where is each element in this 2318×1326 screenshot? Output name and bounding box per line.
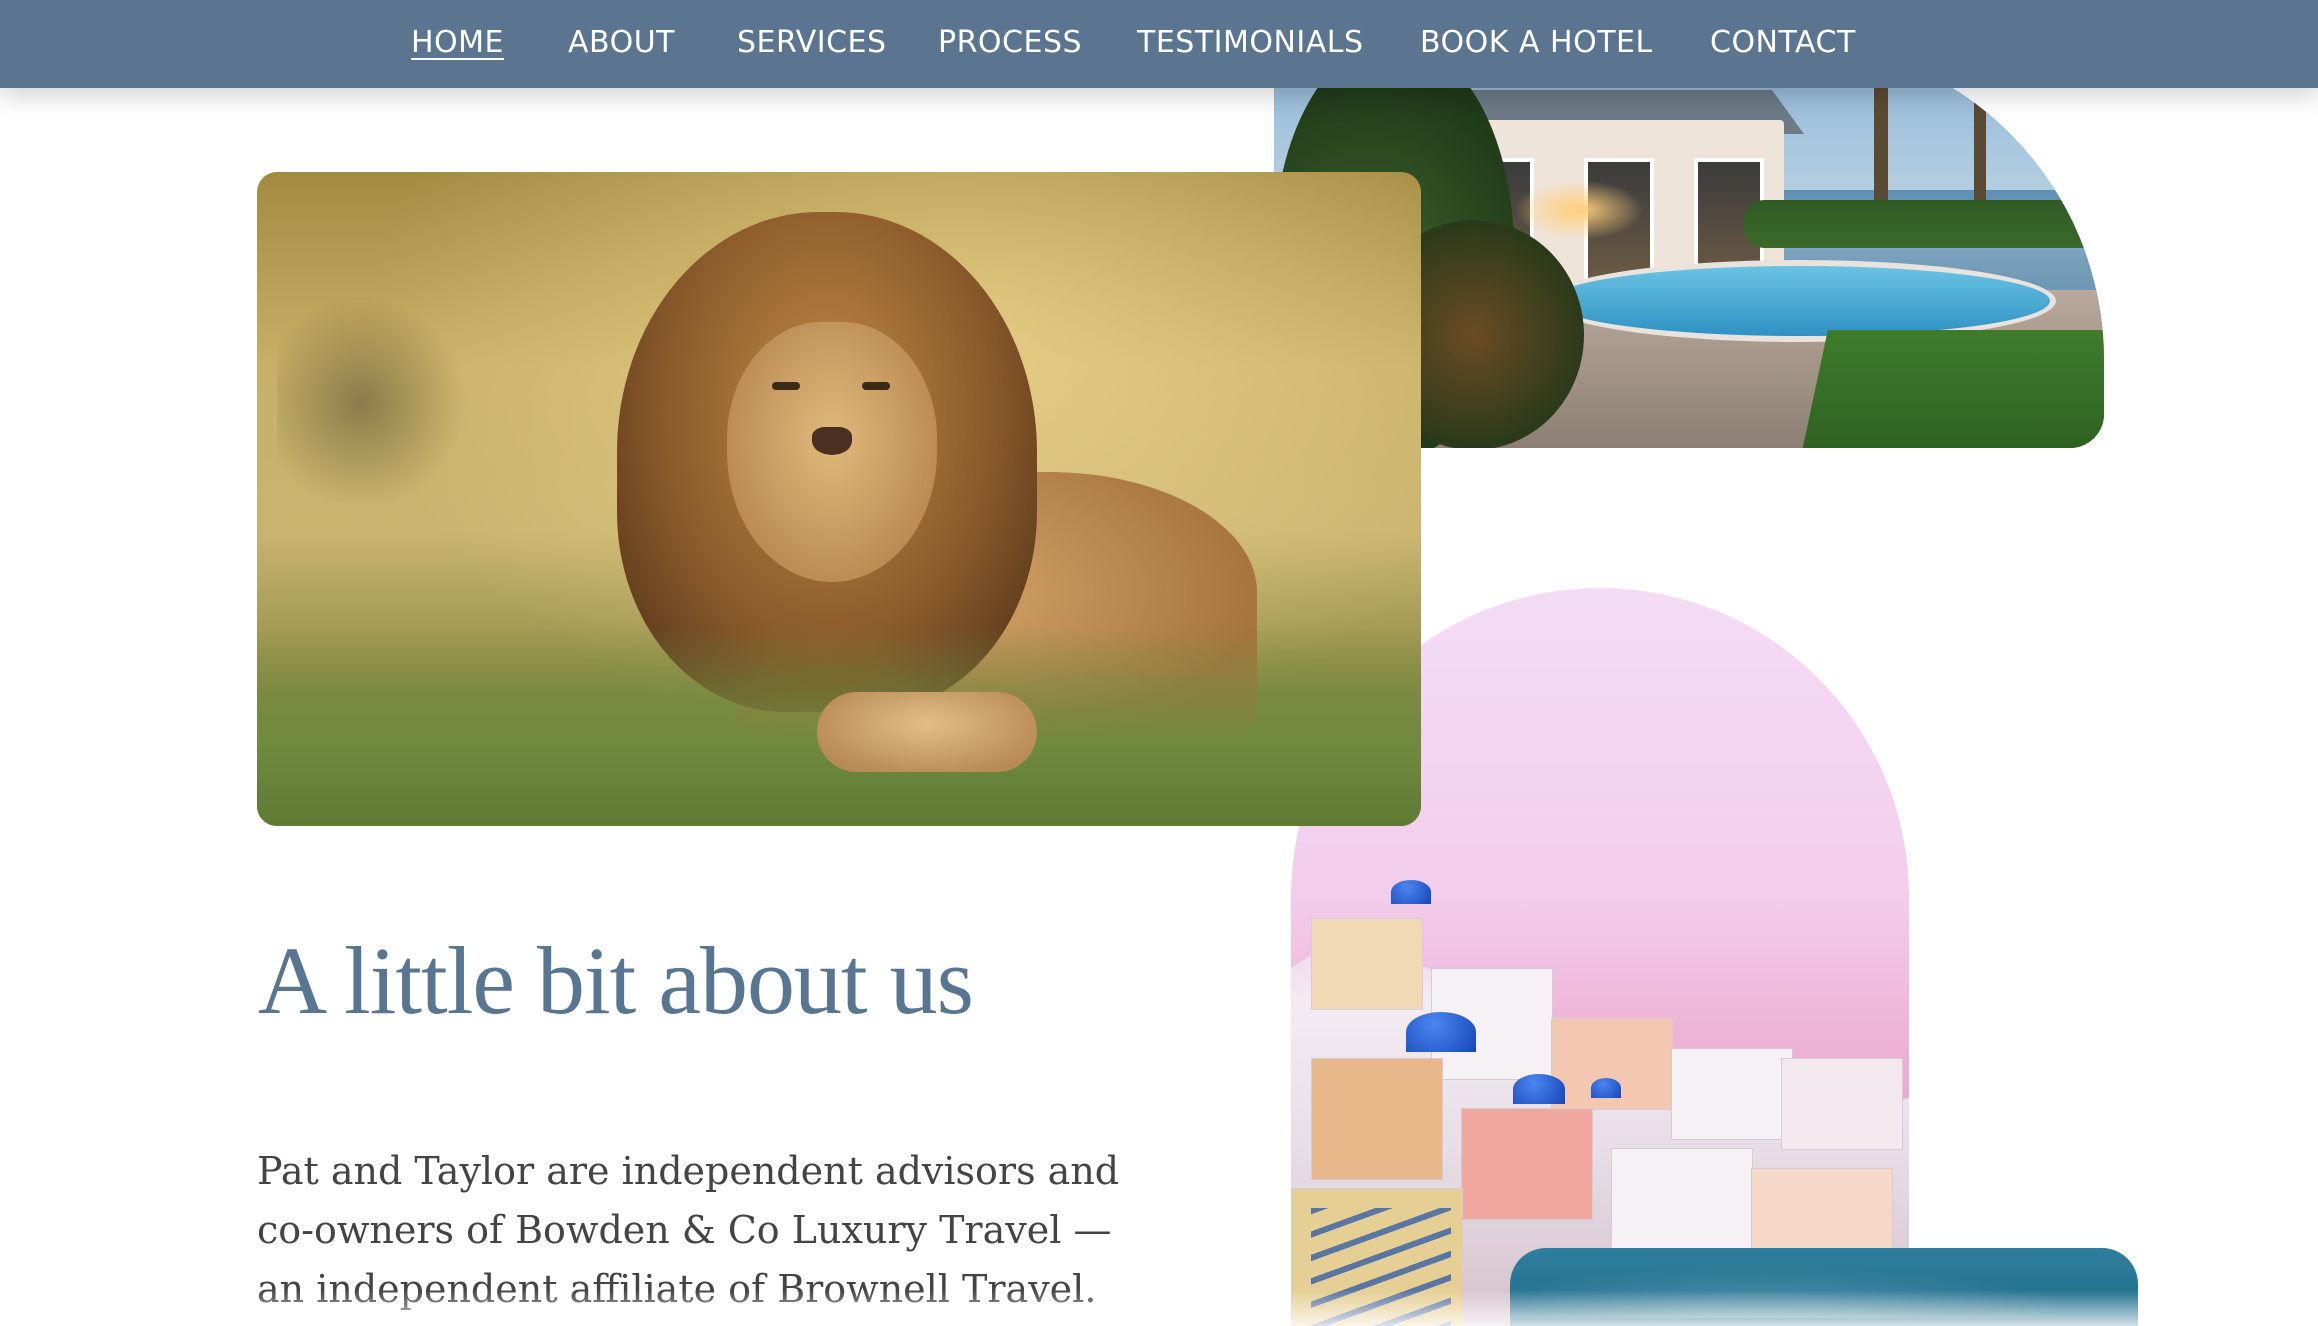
nav-item-about[interactable]: ABOUT bbox=[568, 22, 675, 64]
blue-railings bbox=[1311, 1208, 1451, 1326]
nav-item-testimonials[interactable]: TESTIMONIALS bbox=[1137, 22, 1364, 64]
nav-item-contact[interactable]: CONTACT bbox=[1710, 22, 1856, 64]
nav-list: HOME ABOUT SERVICES PROCESS TESTIMONIALS… bbox=[0, 0, 2318, 88]
village-house bbox=[1611, 1148, 1753, 1260]
lion-paw bbox=[817, 692, 1037, 772]
lion-eye bbox=[772, 382, 800, 390]
lion-eye bbox=[862, 382, 890, 390]
village-house bbox=[1311, 918, 1423, 1010]
lion-in-grass-photo bbox=[257, 172, 1421, 826]
blue-dome bbox=[1591, 1078, 1621, 1098]
thorn-branch bbox=[277, 302, 487, 502]
page: HOME ABOUT SERVICES PROCESS TESTIMONIALS… bbox=[0, 0, 2318, 1326]
nav-item-services[interactable]: SERVICES bbox=[737, 22, 887, 64]
about-heading: A little bit about us bbox=[258, 927, 974, 1034]
palm-trunk bbox=[1974, 70, 1986, 210]
about-paragraph: Pat and Taylor are independent advisors … bbox=[257, 1149, 1120, 1311]
resort-lawn bbox=[1800, 330, 2104, 448]
nav-item-book-a-hotel[interactable]: BOOK A HOTEL bbox=[1420, 22, 1653, 64]
ocean-photo bbox=[1510, 1248, 2138, 1326]
village-house bbox=[1781, 1058, 1903, 1150]
top-navbar: HOME ABOUT SERVICES PROCESS TESTIMONIALS… bbox=[0, 0, 2318, 88]
village-house bbox=[1461, 1108, 1593, 1220]
blue-dome bbox=[1513, 1074, 1565, 1104]
blue-dome bbox=[1406, 1012, 1476, 1052]
village-house bbox=[1311, 1058, 1443, 1180]
village-house bbox=[1671, 1048, 1793, 1140]
nav-item-home[interactable]: HOME bbox=[411, 22, 504, 64]
ocean-wave bbox=[1510, 1258, 2138, 1318]
lion-nose bbox=[812, 427, 852, 455]
blue-dome bbox=[1391, 880, 1431, 904]
resort-light-glow bbox=[1514, 180, 1644, 240]
resort-hedge bbox=[1744, 200, 2104, 248]
nav-item-process[interactable]: PROCESS bbox=[938, 22, 1082, 64]
